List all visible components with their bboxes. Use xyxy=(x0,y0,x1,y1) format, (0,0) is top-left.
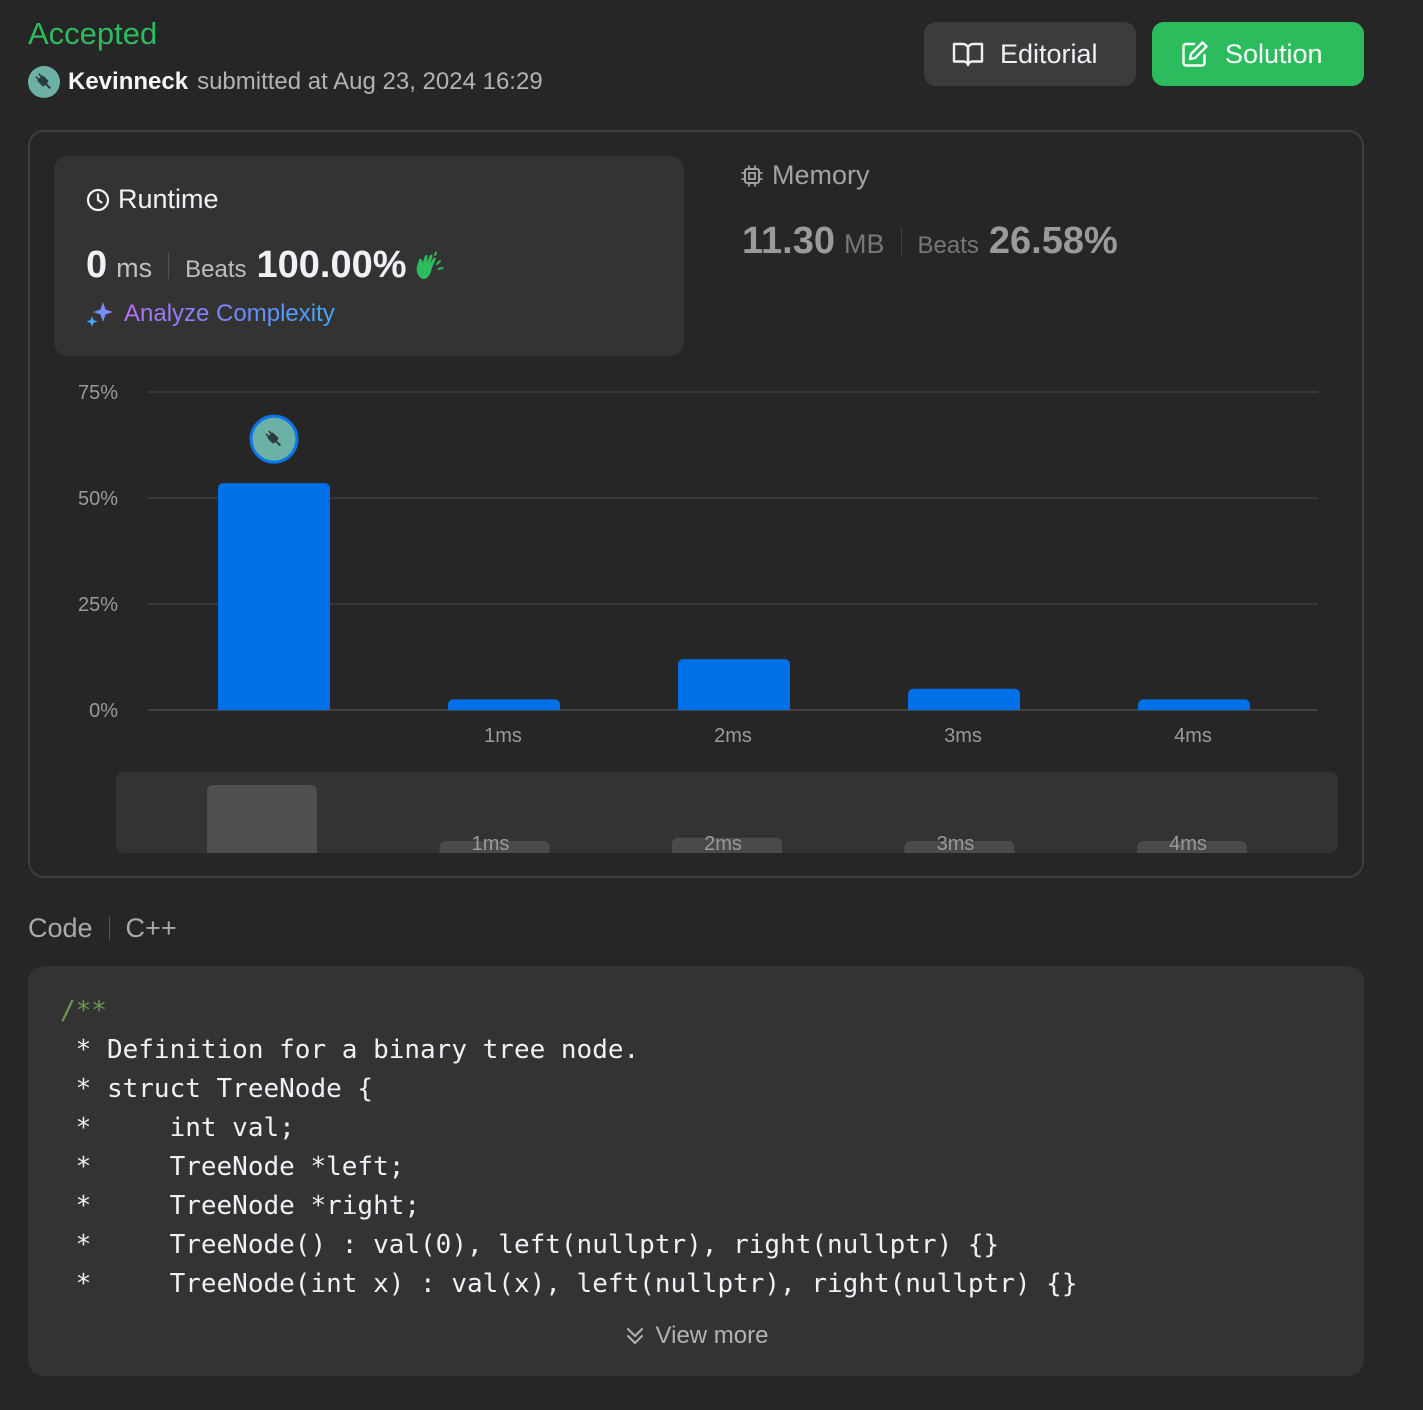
plug-icon xyxy=(35,73,52,90)
bar xyxy=(448,699,560,710)
navigator-tick-label: 2ms xyxy=(704,833,742,853)
y-tick-label: 75% xyxy=(78,382,118,404)
code-line: * int val; xyxy=(60,1113,295,1143)
code-block[interactable]: /** * Definition for a binary tree node.… xyxy=(28,966,1364,1376)
runtime-distribution-chart: 0% 25% 50% 75% 1ms 2ms 3ms 4ms xyxy=(78,382,1318,747)
navigator-preview: 1ms 2ms 3ms 4ms xyxy=(207,785,1247,853)
code-line: * struct TreeNode { xyxy=(60,1074,374,1104)
y-tick-label: 25% xyxy=(78,594,118,616)
code-line: * Definition for a binary tree node. xyxy=(60,1035,640,1065)
y-tick-label: 50% xyxy=(78,488,118,510)
submission-status: Accepted xyxy=(28,16,158,51)
editorial-label: Editorial xyxy=(1000,38,1098,69)
code-line: /** xyxy=(60,996,107,1026)
view-more-button[interactable]: View more xyxy=(28,1322,1364,1350)
code-line: * TreeNode() : val(0), left(nullptr), ri… xyxy=(60,1230,1000,1260)
code-header: Code C++ xyxy=(28,913,177,944)
performance-card: Runtime 0 ms Beats 100.00% Analyze Compl… xyxy=(28,130,1364,878)
view-more-label: View more xyxy=(655,1322,769,1349)
bar xyxy=(1138,699,1250,710)
editorial-button[interactable]: Editorial xyxy=(924,22,1136,86)
navigator-tick-label: 1ms xyxy=(472,833,510,853)
code-content: /** * Definition for a binary tree node.… xyxy=(60,992,1077,1304)
code-line: * TreeNode *left; xyxy=(60,1152,405,1182)
bar xyxy=(218,483,330,710)
x-tick-label: 4ms xyxy=(1174,725,1212,747)
avatar[interactable] xyxy=(28,66,60,98)
book-icon xyxy=(952,42,984,67)
username[interactable]: Kevinneck xyxy=(68,68,188,96)
solution-button[interactable]: Solution xyxy=(1152,22,1364,86)
code-label: Code xyxy=(28,913,93,943)
x-tick-label: 3ms xyxy=(944,725,982,747)
bar xyxy=(908,688,1020,710)
chart-range-navigator[interactable]: 1ms 2ms 3ms 4ms xyxy=(116,772,1338,853)
code-line: * TreeNode(int x) : val(x), left(nullptr… xyxy=(60,1269,1078,1299)
y-tick-label: 0% xyxy=(89,700,118,722)
navigator-tick-label: 3ms xyxy=(937,833,975,853)
code-line: * TreeNode *right; xyxy=(60,1191,421,1221)
edit-icon xyxy=(1182,41,1208,67)
x-tick-label: 1ms xyxy=(484,725,522,747)
navigator-bar xyxy=(207,785,317,853)
code-language: C++ xyxy=(125,913,177,943)
double-chevron-down-icon xyxy=(626,1328,643,1344)
submitted-timestamp: submitted at Aug 23, 2024 16:29 xyxy=(197,68,543,95)
submitter-info: Kevinneck submitted at Aug 23, 2024 16:2… xyxy=(28,66,543,98)
divider xyxy=(108,916,110,941)
navigator-tick-label: 4ms xyxy=(1169,833,1207,853)
solution-label: Solution xyxy=(1225,38,1323,69)
x-tick-label: 2ms xyxy=(714,725,752,747)
bar xyxy=(678,659,790,710)
